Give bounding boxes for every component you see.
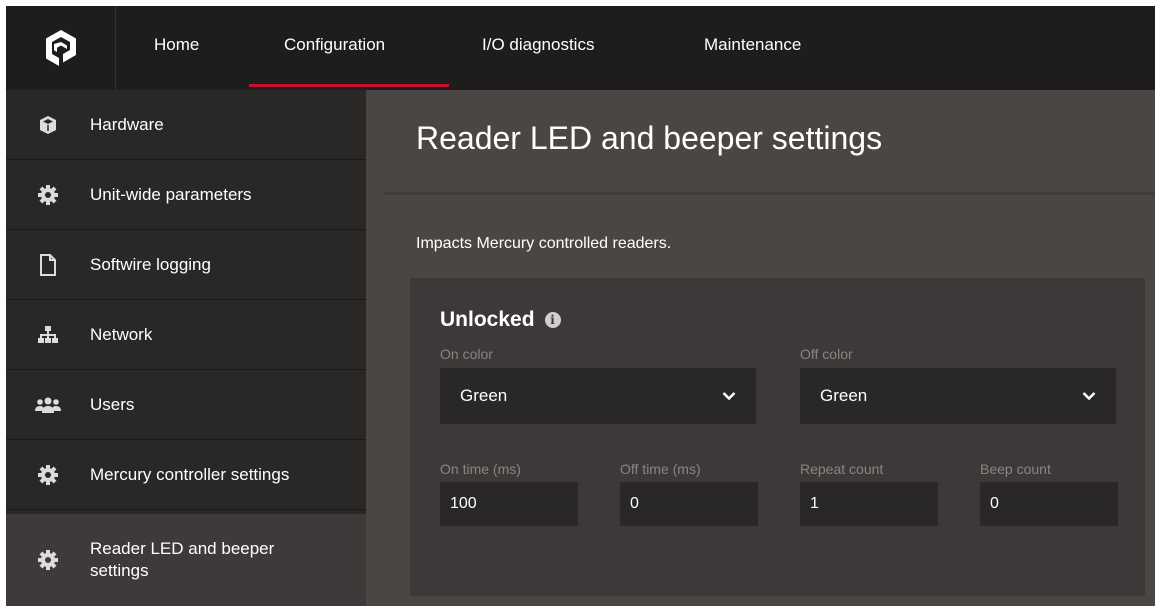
sidebar-item-label-line1: Reader LED and beeper — [90, 539, 275, 558]
off-time-input[interactable] — [620, 482, 758, 526]
sidebar-item-label: Users — [90, 394, 135, 414]
on-color-value: Green — [460, 386, 508, 405]
panel-title-text: Unlocked — [440, 308, 535, 331]
sidebar-item-users[interactable]: Users — [6, 370, 366, 440]
page-description: Impacts Mercury controlled readers. — [416, 235, 672, 252]
sidebar-item-mercury-controller-settings[interactable]: Mercury controller settings — [6, 440, 366, 510]
sidebar-item-label: Unit-wide parameters — [90, 184, 252, 204]
off-time-label: Off time (ms) — [620, 461, 701, 477]
info-icon[interactable]: i — [544, 312, 561, 328]
repeat-count-input[interactable] — [800, 482, 938, 526]
nav-maintenance[interactable]: Maintenance — [704, 6, 801, 90]
app-window: Home Configuration I/O diagnostics Maint… — [6, 6, 1155, 606]
gear-icon — [6, 464, 90, 486]
chevron-down-icon — [1082, 392, 1096, 401]
chevron-down-icon — [722, 392, 736, 401]
document-icon — [6, 253, 90, 276]
nav-home[interactable]: Home — [154, 6, 199, 90]
sidebar-item-label: Network — [90, 324, 153, 344]
users-icon — [6, 396, 90, 414]
panel-title: Unlocked i — [440, 308, 561, 332]
sidebar-item-label: Hardware — [90, 114, 164, 134]
sidebar-item-unit-wide-parameters[interactable]: Unit-wide parameters — [6, 160, 366, 230]
cube-icon — [6, 115, 90, 135]
off-color-label: Off color — [800, 346, 853, 362]
page-title: Reader LED and beeper settings — [416, 120, 883, 156]
active-nav-indicator — [249, 84, 449, 87]
sidebar-item-softwire-logging[interactable]: Softwire logging — [6, 230, 366, 300]
beep-count-label: Beep count — [980, 461, 1051, 477]
main-content: Reader LED and beeper settings Impacts M… — [366, 90, 1155, 606]
sidebar-item-label: Reader LED and beeper settings — [90, 538, 274, 582]
on-color-label: On color — [440, 346, 493, 362]
unlocked-settings-panel: Unlocked i On color Green Off color Gree… — [410, 278, 1145, 596]
title-divider — [384, 192, 1155, 195]
app-logo-icon — [45, 30, 76, 66]
sidebar-item-network[interactable]: Network — [6, 300, 366, 370]
nav-configuration[interactable]: Configuration — [284, 6, 385, 90]
on-time-label: On time (ms) — [440, 461, 521, 477]
nav-io-diagnostics[interactable]: I/O diagnostics — [482, 6, 594, 90]
sidebar-item-reader-led-and-beeper-settings[interactable]: Reader LED and beeper settings — [6, 514, 366, 606]
on-time-input[interactable] — [440, 482, 578, 526]
sidebar-item-label-line2: settings — [90, 561, 149, 580]
top-navigation-bar: Home Configuration I/O diagnostics Maint… — [6, 6, 1155, 90]
sidebar: Hardware Unit-wide parameters Softwire l… — [6, 90, 366, 606]
on-color-select[interactable]: Green — [440, 368, 756, 424]
logo[interactable] — [6, 6, 116, 90]
sidebar-item-hardware[interactable]: Hardware — [6, 90, 366, 160]
sidebar-item-label: Softwire logging — [90, 254, 211, 274]
beep-count-input[interactable] — [980, 482, 1118, 526]
gear-icon — [6, 549, 90, 571]
gear-icon — [6, 184, 90, 206]
sidebar-item-label: Mercury controller settings — [90, 464, 290, 484]
off-color-value: Green — [820, 386, 868, 405]
network-icon — [6, 325, 90, 345]
repeat-count-label: Repeat count — [800, 461, 884, 477]
off-color-select[interactable]: Green — [800, 368, 1116, 424]
